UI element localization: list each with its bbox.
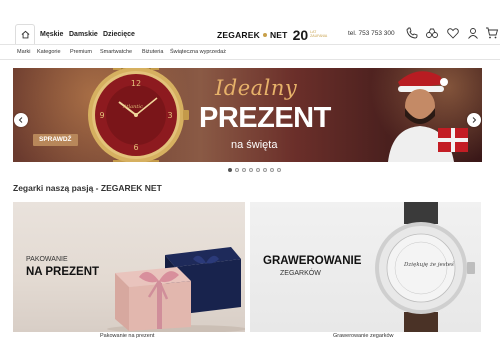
carousel-dots [228, 168, 281, 172]
svg-text:6: 6 [133, 143, 138, 152]
logo[interactable]: ZEGAREK NET 20 LAT ZAUFANIA [217, 26, 327, 44]
tile-gift-small-text: PAKOWANIE [26, 256, 68, 263]
svg-text:9: 9 [99, 111, 104, 120]
tab-mens[interactable]: Męskie [40, 31, 63, 38]
carousel-dot[interactable] [242, 168, 246, 172]
nav-premium[interactable]: Premium [70, 49, 92, 55]
hero-title-sub: na święta [231, 139, 278, 151]
carousel-dot[interactable] [270, 168, 274, 172]
chevron-left-icon [18, 117, 23, 123]
hero-watch-image: 12 6 9 3 [88, 68, 189, 162]
carousel-dot[interactable] [256, 168, 260, 172]
hero-model-image [388, 71, 468, 162]
logo-dot [262, 33, 267, 37]
user-icon[interactable] [466, 26, 480, 40]
cart-icon[interactable] [485, 26, 499, 40]
svg-text:12: 12 [131, 79, 141, 88]
tile-engraving-big-text: GRAWEROWANIE [263, 255, 362, 267]
tile-gift-caption[interactable]: Pakowanie na prezent [100, 333, 154, 339]
tile-engraving[interactable]: GRAWEROWANIE ZEGARKÓW Dziękuję że jesteś [250, 202, 481, 332]
compare-icon[interactable] [425, 26, 439, 40]
hero-title-main: PREZENT [199, 102, 331, 134]
engraving-text: Dziękuję że jesteś [404, 262, 454, 268]
home-tab[interactable] [15, 24, 35, 44]
category-nav: Marki Kategorie Premium Smartwatche Biżu… [0, 44, 500, 60]
tile-gift-big-text: NA PREZENT [26, 266, 100, 278]
logo-tagline: LAT ZAUFANIA [310, 30, 328, 38]
tab-womens[interactable]: Damskie [69, 31, 98, 38]
carousel-dot[interactable] [249, 168, 253, 172]
tile-gift-packaging[interactable]: PAKOWANIE NA PREZENT [13, 202, 245, 332]
top-bar: Męskie Damskie Dziecięce ZEGAREK NET 20 … [0, 20, 500, 44]
store-icon[interactable] [405, 26, 419, 40]
hero-prev-button[interactable] [14, 113, 28, 127]
nav-brands[interactable]: Marki [17, 49, 30, 55]
carousel-dot[interactable] [277, 168, 281, 172]
gift-boxes-image [107, 247, 245, 332]
nav-christmas-sale[interactable]: Świąteczna wyprzedaż [170, 49, 226, 55]
tile-engraving-small-text: ZEGARKÓW [280, 270, 321, 277]
home-icon [21, 30, 29, 39]
logo-name: ZEGAREK [217, 30, 260, 40]
hero-banner[interactable]: 12 6 9 3 Atlantic Idealny PREZENT na świ… [13, 68, 482, 162]
carousel-dot[interactable] [228, 168, 232, 172]
nav-jewelry[interactable]: Biżuteria [142, 49, 163, 55]
wishlist-icon[interactable] [446, 26, 460, 40]
nav-categories[interactable]: Kategorie [37, 49, 61, 55]
carousel-dot[interactable] [263, 168, 267, 172]
logo-suffix: NET [269, 30, 288, 40]
tile-engraving-caption[interactable]: Grawerowanie zegarków [333, 333, 394, 339]
section-title: Zegarki naszą pasją - ZEGAREK NET [13, 183, 162, 193]
phone-number[interactable]: tel. 753 753 300 [348, 30, 395, 37]
chevron-right-icon [472, 117, 477, 123]
hero-title-script: Idealny [215, 76, 298, 100]
hero-next-button[interactable] [467, 113, 481, 127]
tab-kids[interactable]: Dziecięce [103, 31, 135, 38]
svg-text:3: 3 [167, 111, 172, 120]
hero-watch-brand: Atlantic [123, 104, 143, 110]
carousel-dot[interactable] [235, 168, 239, 172]
hero-cta-button[interactable]: SPRAWDŹ [33, 134, 78, 146]
logo-years: 20 [292, 27, 309, 43]
nav-smartwatches[interactable]: Smartwatche [100, 49, 132, 55]
